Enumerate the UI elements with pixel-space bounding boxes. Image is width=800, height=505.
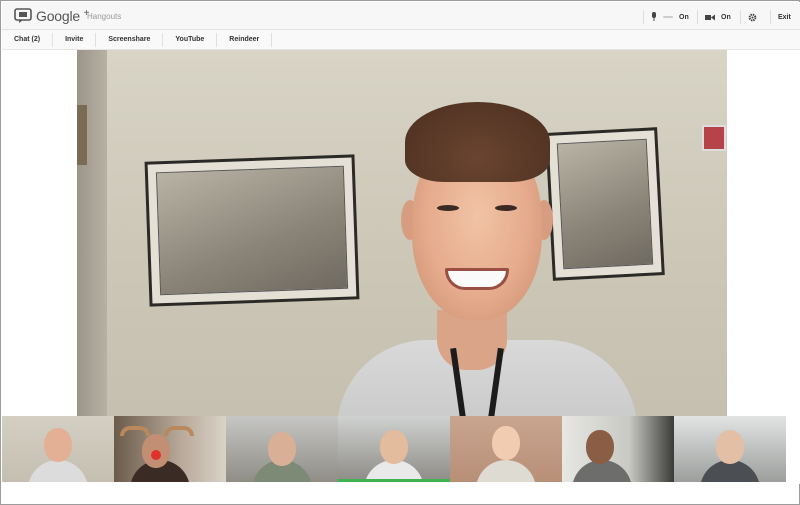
brand-logo[interactable]: Google + bbox=[36, 8, 89, 24]
antler bbox=[164, 426, 194, 436]
exit-button[interactable]: Exit bbox=[770, 8, 791, 26]
chat-button[interactable]: Chat (2) bbox=[2, 32, 54, 47]
eye bbox=[495, 205, 517, 211]
camera-toggle[interactable]: On bbox=[697, 8, 731, 26]
antler bbox=[120, 426, 150, 436]
divider bbox=[697, 10, 698, 24]
exit-label: Exit bbox=[778, 13, 791, 21]
reindeer-nose bbox=[151, 450, 161, 460]
participant-thumbnail[interactable] bbox=[674, 416, 786, 482]
participant-thumbnail[interactable] bbox=[338, 416, 450, 482]
divider bbox=[740, 10, 741, 24]
smile bbox=[445, 268, 509, 290]
divider bbox=[770, 10, 771, 24]
active-speaker bbox=[317, 90, 637, 416]
main-stage bbox=[2, 50, 800, 416]
participant-thumbnail[interactable] bbox=[450, 416, 562, 482]
camera-state: On bbox=[721, 13, 731, 21]
participant-thumbnail[interactable] bbox=[114, 416, 226, 482]
app-toolbar: Chat (2) Invite Screenshare YouTube Rein… bbox=[2, 30, 800, 50]
participant-thumbnail[interactable] bbox=[2, 416, 114, 482]
app-name: Hangouts bbox=[87, 12, 122, 21]
fire-alarm-sign bbox=[702, 125, 726, 151]
hair bbox=[405, 102, 550, 182]
microphone-icon bbox=[652, 12, 656, 21]
invite-button[interactable]: Invite bbox=[53, 32, 97, 47]
door-frame bbox=[77, 105, 87, 165]
participant-thumbnail[interactable] bbox=[562, 416, 674, 482]
youtube-button[interactable]: YouTube bbox=[163, 32, 218, 47]
mic-state: On bbox=[679, 13, 689, 21]
settings-button[interactable] bbox=[740, 8, 757, 26]
divider bbox=[643, 10, 644, 24]
brand-name: Google bbox=[36, 8, 80, 24]
mic-volume-slider[interactable] bbox=[663, 16, 673, 18]
video-camera-icon bbox=[705, 14, 715, 20]
main-video-feed[interactable] bbox=[77, 50, 727, 416]
top-bar: Google + Hangouts On On Exit bbox=[2, 2, 800, 30]
screenshare-button[interactable]: Screenshare bbox=[96, 32, 164, 47]
eye bbox=[437, 205, 459, 211]
hangouts-bubble-icon bbox=[14, 8, 32, 23]
hangout-window: Google + Hangouts On On Exit Chat (2) In… bbox=[0, 0, 800, 505]
participant-thumbnail[interactable] bbox=[226, 416, 338, 482]
participant-filmstrip bbox=[2, 416, 800, 484]
microphone-toggle[interactable]: On bbox=[643, 8, 689, 26]
gear-icon bbox=[748, 13, 757, 21]
reindeer-button[interactable]: Reindeer bbox=[217, 32, 273, 47]
